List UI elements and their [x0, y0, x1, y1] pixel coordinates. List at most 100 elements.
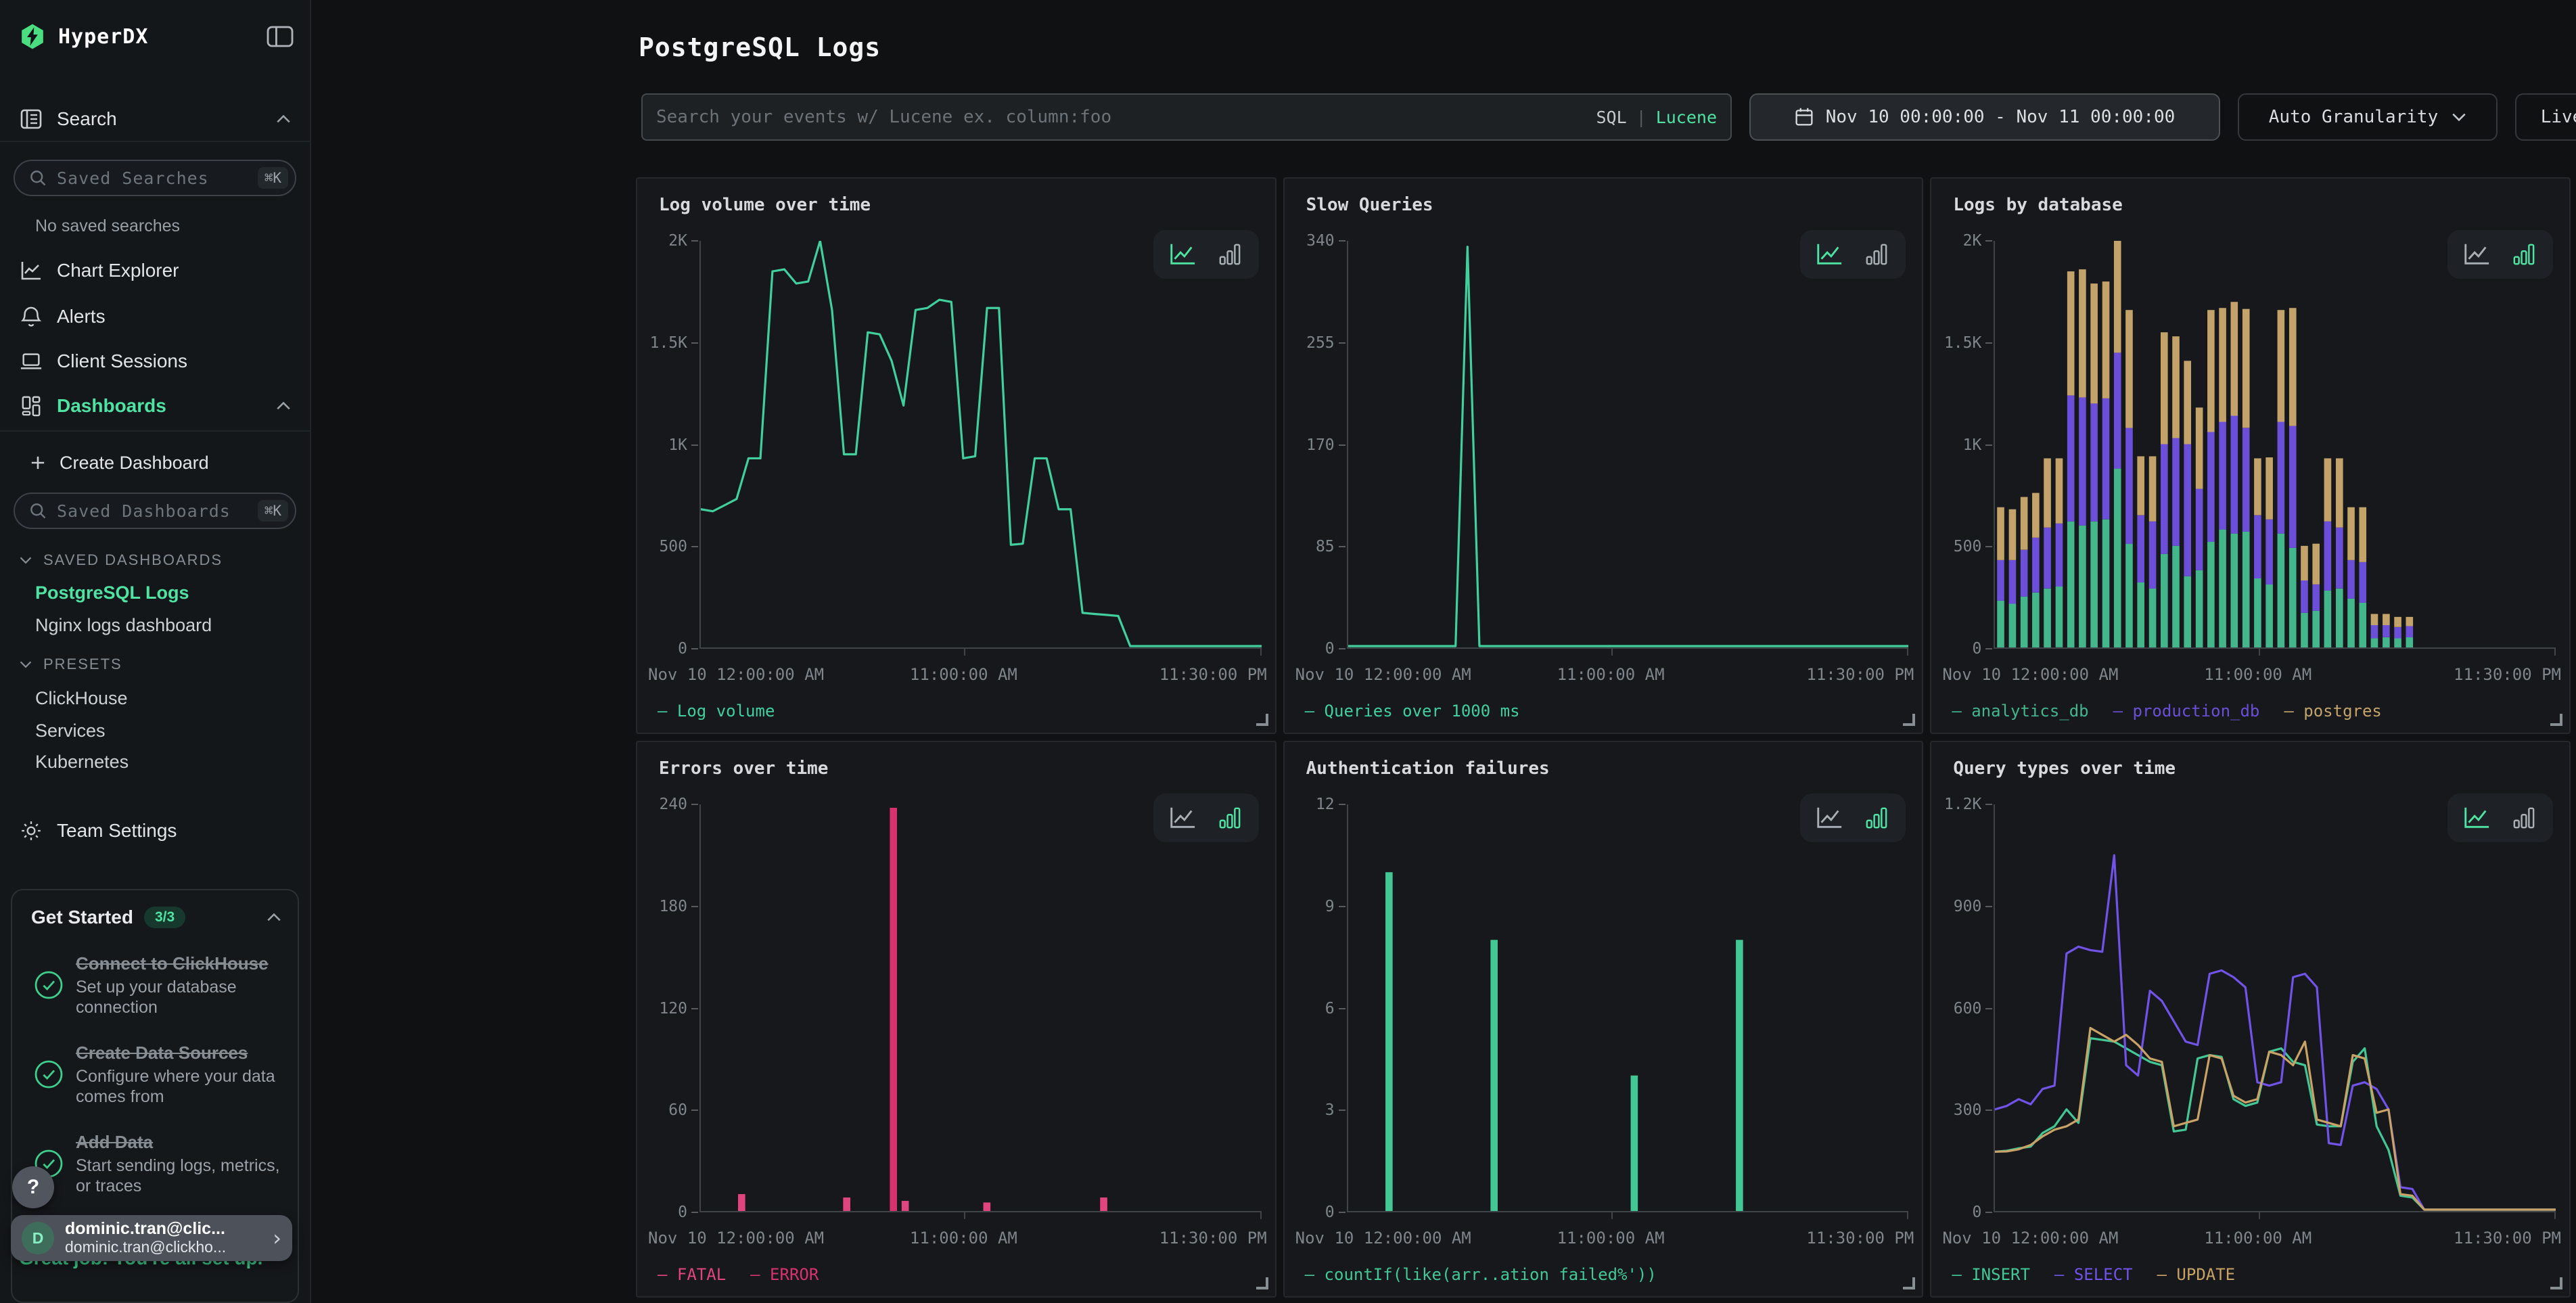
y-axis-tick: 3 — [1325, 1101, 1346, 1119]
sidebar-collapse-icon[interactable] — [267, 26, 294, 47]
chart-plot-area[interactable] — [1347, 804, 1909, 1212]
y-axis-tick: 300 — [1954, 1101, 1993, 1119]
chart-plot-area[interactable] — [1994, 241, 2556, 649]
y-axis-tick: 9 — [1325, 898, 1346, 915]
sidebar-item-team-settings[interactable]: Team Settings — [0, 812, 310, 850]
chart-legend: — Queries over 1000 ms — [1305, 702, 1520, 721]
sidebar-item-nginx-logs-dashboard[interactable]: Nginx logs dashboard — [35, 612, 296, 639]
live-button[interactable]: Live — [2515, 93, 2576, 141]
chart-legend: — analytics_db— production_db— postgres — [1952, 702, 2382, 721]
bar-view-toggle[interactable] — [1212, 800, 1247, 836]
chart-view-toggle — [1153, 794, 1259, 842]
chart-view-toggle — [2447, 794, 2553, 842]
x-axis-tick: 11:30:00 PM — [2454, 665, 2561, 684]
x-axis-tick: 11:30:00 PM — [2454, 1229, 2561, 1248]
chart-title: Errors over time — [659, 758, 828, 779]
sidebar-item-alerts[interactable]: Alerts — [0, 298, 310, 336]
y-axis-tick: 1.5K — [1944, 334, 1992, 352]
sql-mode-toggle[interactable]: SQL — [1596, 108, 1626, 127]
chevron-down-icon — [2452, 112, 2466, 122]
bar-view-toggle[interactable] — [1859, 237, 1894, 272]
bar-view-toggle[interactable] — [2506, 237, 2542, 272]
saved-searches-placeholder: Saved Searches — [57, 168, 248, 188]
y-axis-tick: 2K — [1963, 232, 1993, 250]
lucene-mode-toggle[interactable]: Lucene — [1656, 108, 1717, 127]
user-menu[interactable]: D dominic.tran@clic... dominic.tran@clic… — [11, 1215, 292, 1261]
line-view-toggle[interactable] — [2459, 800, 2494, 836]
y-axis-tick: 2K — [668, 232, 698, 250]
avatar: D — [22, 1222, 54, 1254]
panel-resize-handle[interactable] — [2550, 1277, 2562, 1289]
create-dashboard-button[interactable]: Create Dashboard — [0, 444, 310, 482]
y-axis: 085170255340 — [1285, 241, 1346, 649]
chart-panel-log-volume: Log volume over time 05001K1.5K2K Nov 10… — [636, 177, 1276, 734]
chart-legend: — INSERT— SELECT— UPDATE — [1952, 1265, 2235, 1284]
sidebar-item-search[interactable]: Search — [0, 100, 310, 138]
get-started-title: Get Started — [31, 907, 133, 928]
event-search-bar: SQL | Lucene — [641, 93, 1732, 141]
x-axis-tick: 11:30:00 PM — [1159, 665, 1267, 684]
x-axis-tick: Nov 10 12:00:00 AM — [1942, 665, 2118, 684]
line-view-toggle[interactable] — [2459, 237, 2494, 272]
sidebar-item-clickhouse[interactable]: ClickHouse — [35, 685, 296, 712]
line-view-toggle[interactable] — [1165, 237, 1200, 272]
sidebar-item-kubernetes[interactable]: Kubernetes — [35, 748, 296, 775]
user-name: dominic.tran@clic... — [65, 1220, 262, 1238]
x-axis-tick: 11:30:00 PM — [1159, 1229, 1267, 1248]
app-title: HyperDX — [58, 25, 254, 49]
panel-resize-handle[interactable] — [1903, 714, 1915, 726]
granularity-select[interactable]: Auto Granularity — [2238, 93, 2498, 141]
get-started-item-add-data[interactable]: Add Data Start sending logs, metrics, or… — [12, 1119, 298, 1208]
shortcut-badge: ⌘K — [258, 167, 288, 189]
get-started-item-sources[interactable]: Create Data Sources Configure where your… — [12, 1030, 298, 1119]
date-range-picker[interactable]: Nov 10 00:00:00 - Nov 11 00:00:00 — [1749, 93, 2220, 141]
search-icon — [28, 168, 47, 187]
x-axis-tick: 11:30:00 PM — [1806, 1229, 1914, 1248]
legend-item: — FATAL — [658, 1265, 726, 1284]
saved-dashboards-section-header[interactable]: SAVED DASHBOARDS — [19, 549, 296, 571]
sidebar-item-services[interactable]: Services — [35, 717, 296, 744]
chart-plot-area[interactable] — [1347, 241, 1909, 649]
panel-resize-handle[interactable] — [1256, 714, 1268, 726]
x-axis-tick: Nov 10 12:00:00 AM — [1295, 665, 1471, 684]
x-axis-tick: 11:00:00 AM — [2204, 665, 2312, 684]
x-axis: Nov 10 12:00:00 AM11:00:00 AM11:30:00 PM — [1994, 1229, 2556, 1250]
panel-resize-handle[interactable] — [2550, 714, 2562, 726]
bar-view-toggle[interactable] — [2506, 800, 2542, 836]
sidebar-item-label: Team Settings — [57, 820, 291, 842]
get-started-item-connect[interactable]: Connect to ClickHouse Set up your databa… — [12, 940, 298, 1030]
get-started-item-title: Create Data Sources — [76, 1042, 284, 1064]
presets-section-header[interactable]: PRESETS — [19, 654, 296, 675]
chevron-up-icon[interactable] — [267, 913, 281, 922]
chart-plot-area[interactable] — [699, 804, 1262, 1212]
saved-dashboards-placeholder: Saved Dashboards — [57, 501, 248, 521]
get-started-header[interactable]: Get Started 3/3 — [12, 890, 298, 940]
chart-plot-area[interactable] — [1994, 804, 2556, 1212]
user-email: dominic.tran@clickho... — [65, 1238, 262, 1256]
panel-resize-handle[interactable] — [1903, 1277, 1915, 1289]
sidebar-item-chart-explorer[interactable]: Chart Explorer — [0, 252, 310, 290]
line-view-toggle[interactable] — [1812, 237, 1847, 272]
create-dashboard-label: Create Dashboard — [60, 453, 291, 474]
chart-panel-slow-queries: Slow Queries 085170255340 Nov 10 12:00:0… — [1283, 177, 1924, 734]
shortcut-badge: ⌘K — [258, 500, 288, 522]
saved-dashboards-input[interactable]: Saved Dashboards ⌘K — [14, 493, 296, 529]
plus-icon — [30, 455, 46, 470]
y-axis-tick: 85 — [1316, 538, 1346, 555]
chart-canvas — [1348, 804, 1909, 1211]
bell-icon — [19, 306, 43, 327]
x-axis: Nov 10 12:00:00 AM11:00:00 AM11:30:00 PM — [1347, 665, 1909, 687]
line-view-toggle[interactable] — [1812, 800, 1847, 836]
sidebar-item-dashboards[interactable]: Dashboards — [0, 387, 310, 425]
y-axis-tick: 180 — [659, 898, 698, 915]
chart-plot-area[interactable] — [699, 241, 1262, 649]
event-search-input[interactable] — [656, 107, 1596, 127]
help-button[interactable]: ? — [12, 1166, 54, 1208]
saved-searches-input[interactable]: Saved Searches ⌘K — [14, 160, 296, 196]
panel-resize-handle[interactable] — [1256, 1277, 1268, 1289]
bar-view-toggle[interactable] — [1859, 800, 1894, 836]
sidebar-item-postgresql-logs[interactable]: PostgreSQL Logs — [35, 579, 296, 606]
bar-view-toggle[interactable] — [1212, 237, 1247, 272]
sidebar-item-client-sessions[interactable]: Client Sessions — [0, 342, 310, 380]
line-view-toggle[interactable] — [1165, 800, 1200, 836]
